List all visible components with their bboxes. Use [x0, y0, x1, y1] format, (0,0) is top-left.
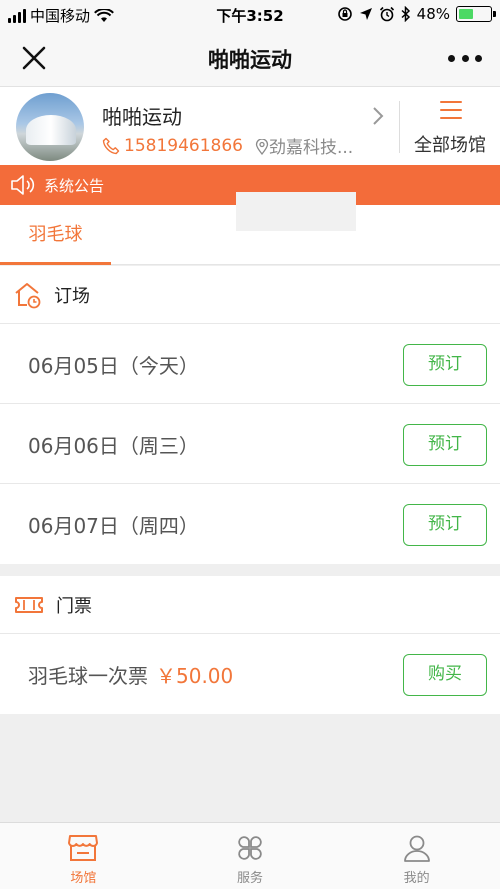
bluetooth-icon	[401, 6, 410, 22]
venue-location: 劲嘉科技...	[255, 133, 353, 158]
dot-icon	[475, 54, 482, 62]
tabbar-item-venues[interactable]: 场馆	[0, 823, 167, 889]
close-icon[interactable]	[20, 44, 48, 72]
booking-title: 订场	[54, 285, 90, 307]
tickets-title: 门票	[56, 595, 92, 617]
booking-section: 订场 06月05日（今天） 预订 06月06日（周三） 预订 06月07日（周四） 预订	[0, 266, 500, 564]
status-bar: 中国移动 下午3:52 48%	[0, 0, 500, 30]
ticket-name: 羽毛球一次票	[28, 664, 148, 688]
speaker-icon	[11, 175, 35, 195]
user-icon	[403, 835, 430, 862]
ticket-icon	[15, 596, 43, 613]
battery-icon	[456, 6, 496, 22]
chevron-right-icon	[373, 107, 384, 125]
venue-contact-row: 15819461866 劲嘉科技...	[102, 133, 353, 158]
location-pin-icon	[255, 138, 269, 156]
alarm-icon	[379, 6, 394, 22]
location-arrow-icon	[359, 8, 372, 20]
tab-badminton[interactable]: 羽毛球	[0, 205, 111, 265]
battery-level-fill	[459, 9, 474, 19]
reserve-button[interactable]: 预订	[403, 424, 487, 466]
tabbar-label: 场馆	[70, 871, 97, 886]
venue-avatar	[16, 93, 84, 161]
tab-underline	[0, 262, 111, 265]
dot-icon	[461, 54, 469, 62]
booking-row: 06月06日（周三） 预订	[0, 404, 500, 484]
booking-row: 06月07日（周四） 预订	[0, 484, 500, 564]
page-title: 啪啪运动	[208, 48, 292, 72]
battery-percent: 48%	[416, 5, 450, 23]
bottom-tab-bar: 场馆 服务 我的	[0, 822, 500, 889]
clover-icon	[238, 836, 262, 860]
ticket-row: 羽毛球一次票 ￥50.00 购买	[0, 634, 500, 714]
tickets-header: 门票	[0, 576, 500, 634]
all-venues-label: 全部场馆	[414, 135, 486, 156]
booking-header: 订场	[0, 266, 500, 324]
venue-header[interactable]: 啪啪运动 15819461866 劲嘉科技... 全部场馆	[0, 86, 500, 165]
phone-icon	[102, 137, 120, 154]
reserve-button[interactable]: 预订	[403, 344, 487, 386]
tabbar-item-services[interactable]: 服务	[167, 823, 334, 889]
menu-icon	[440, 101, 462, 119]
tabbar-label: 我的	[403, 871, 430, 886]
booking-date: 06月05日（今天）	[28, 354, 199, 378]
tabbar-item-mine[interactable]: 我的	[333, 823, 500, 889]
all-venues-button[interactable]: 全部场馆	[400, 87, 500, 166]
store-icon	[68, 835, 99, 861]
status-right: 48%	[337, 5, 496, 23]
more-button[interactable]	[448, 44, 482, 72]
venue-phone[interactable]: 15819461866	[124, 136, 243, 156]
booking-date: 06月07日（周四）	[28, 514, 199, 538]
venue-name: 啪啪运动	[102, 105, 182, 129]
ticket-price: ￥50.00	[156, 664, 234, 688]
tickets-section: 门票 羽毛球一次票 ￥50.00 购买	[0, 576, 500, 714]
buy-button[interactable]: 购买	[403, 654, 487, 696]
notice-overlay	[236, 192, 356, 231]
nav-bar: 啪啪运动	[0, 30, 500, 86]
venue-location-text: 劲嘉科技...	[268, 138, 354, 158]
rotation-lock-icon	[337, 7, 352, 21]
ticket-label: 羽毛球一次票 ￥50.00	[28, 660, 233, 689]
booking-date: 06月06日（周三）	[28, 434, 199, 458]
notice-label: 系统公告	[44, 176, 105, 195]
reserve-button[interactable]: 预订	[403, 504, 487, 546]
dot-icon	[448, 54, 455, 62]
tabbar-label: 服务	[237, 871, 264, 886]
booking-row: 06月05日（今天） 预订	[0, 324, 500, 404]
house-clock-icon	[15, 282, 41, 308]
